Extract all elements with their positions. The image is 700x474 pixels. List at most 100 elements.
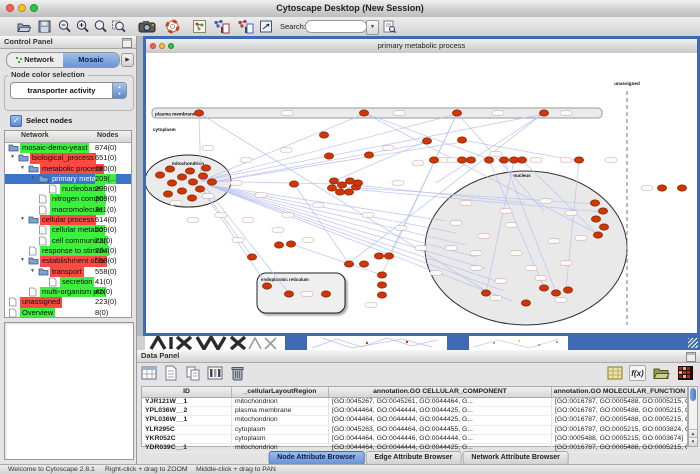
graph-node[interactable] xyxy=(384,253,393,259)
graph-node[interactable] xyxy=(359,261,368,267)
zoom-button[interactable] xyxy=(30,4,38,12)
graph-node[interactable] xyxy=(377,282,386,288)
tree-row[interactable]: nitrogen compo209(0) xyxy=(5,194,131,204)
tree-header[interactable]: Network Nodes xyxy=(5,131,131,143)
vizmapper-icon[interactable] xyxy=(259,19,274,34)
help-icon[interactable] xyxy=(165,19,180,34)
network-graph[interactable]: plasma membranecytoplasmmitochondrionnuc… xyxy=(146,53,697,333)
column-header[interactable]: ID xyxy=(142,387,232,397)
search-input[interactable] xyxy=(305,20,367,33)
graph-node[interactable] xyxy=(591,216,600,222)
tree-row[interactable]: macromolecule311(0) xyxy=(5,205,131,215)
scroll-down-arrow[interactable]: ▼ xyxy=(689,437,697,446)
table-row[interactable]: YLR295Ccytoplasm[GO:0045263, GO:0044464,… xyxy=(142,426,687,435)
open-attributes-icon[interactable] xyxy=(653,365,670,381)
save-icon[interactable] xyxy=(37,19,52,34)
graph-node[interactable] xyxy=(335,189,344,195)
float-panel-icon[interactable] xyxy=(686,352,696,362)
heatmap-icon[interactable] xyxy=(677,365,694,381)
graph-node[interactable] xyxy=(481,290,490,296)
graph-node[interactable] xyxy=(657,185,666,191)
graph-node[interactable] xyxy=(274,242,283,248)
tree-row[interactable]: ▼cellular process614(0) xyxy=(5,215,131,225)
graph-node[interactable] xyxy=(321,291,330,297)
tab-node-attribute-browser[interactable]: Node Attribute Browser xyxy=(268,451,364,465)
graph-node[interactable] xyxy=(185,168,194,174)
tree-row[interactable]: ▼biological_process651(0) xyxy=(5,153,131,163)
attribute-editor-icon[interactable] xyxy=(207,365,224,381)
search-dropdown-arrow[interactable]: ▼ xyxy=(366,20,379,35)
graph-node[interactable] xyxy=(466,157,475,163)
graph-node[interactable] xyxy=(374,253,383,259)
delete-attribute-icon[interactable] xyxy=(229,365,246,381)
graph-node[interactable] xyxy=(319,132,328,138)
frame-titlebar[interactable]: primary metabolic process xyxy=(146,39,697,54)
snapshot-icon[interactable] xyxy=(138,19,157,34)
graph-node[interactable] xyxy=(327,185,336,191)
graph-node[interactable] xyxy=(262,283,271,289)
tree-row[interactable]: mosaic-demo-yeast874(0) xyxy=(5,143,131,153)
import-table-icon[interactable] xyxy=(607,365,624,381)
network-overview-icon[interactable] xyxy=(192,19,207,34)
expander-icon[interactable]: ▼ xyxy=(20,216,25,222)
background-frame-border[interactable] xyxy=(447,336,469,350)
close-button[interactable] xyxy=(6,4,14,12)
tree-row[interactable]: response to stimulu264(0) xyxy=(5,246,131,256)
graph-node[interactable] xyxy=(593,232,602,238)
float-panel-icon[interactable] xyxy=(122,38,132,48)
scrollbar-thumb[interactable] xyxy=(690,388,696,401)
graph-node[interactable] xyxy=(207,179,216,185)
graph-node[interactable] xyxy=(165,166,174,172)
graph-node[interactable] xyxy=(484,157,493,163)
background-frame-edge[interactable] xyxy=(469,336,568,350)
tree-row[interactable]: cellular metabo209(0) xyxy=(5,225,131,235)
tree-row[interactable]: ▼metabolic process280(0) xyxy=(5,164,131,174)
graph-node[interactable] xyxy=(499,157,508,163)
graph-node[interactable] xyxy=(457,157,466,163)
graph-node[interactable] xyxy=(677,185,686,191)
network-view-frame[interactable]: primary metabolic process plasma membran… xyxy=(143,36,700,336)
graph-node[interactable] xyxy=(344,189,353,195)
select-nodes-checkbox[interactable]: ✓ xyxy=(10,115,22,127)
background-frame-border[interactable] xyxy=(285,336,307,350)
minimize-button[interactable] xyxy=(18,4,26,12)
select-attributes-icon[interactable] xyxy=(141,365,158,381)
graph-node[interactable] xyxy=(452,110,461,116)
expander-icon[interactable]: ▼ xyxy=(20,165,25,171)
copy-attribute-icon[interactable] xyxy=(185,365,202,381)
formula-builder-icon[interactable]: f(x) xyxy=(629,365,646,381)
birdseye-view[interactable] xyxy=(4,322,134,460)
tree-row[interactable]: secretion41(0) xyxy=(5,277,131,287)
frame-minimize-button[interactable] xyxy=(159,43,165,49)
expander-icon[interactable]: ▼ xyxy=(20,257,25,263)
graph-node[interactable] xyxy=(198,173,207,179)
expander-icon[interactable]: ▼ xyxy=(10,154,15,160)
graph-node[interactable] xyxy=(364,152,373,158)
graph-node[interactable] xyxy=(247,254,256,260)
tab-network[interactable]: Network xyxy=(7,53,63,67)
column-header[interactable]: annotation.GO MOLECULAR_FUNCTION xyxy=(552,387,687,397)
window-titlebar[interactable]: Cytoscape Desktop (New Session) xyxy=(0,0,700,18)
graph-node[interactable] xyxy=(201,165,210,171)
graph-node[interactable] xyxy=(574,157,583,163)
graph-node[interactable] xyxy=(337,182,346,188)
tree-row[interactable]: multi-organism pro42(0) xyxy=(5,287,131,297)
graph-node[interactable] xyxy=(353,180,362,186)
tree-row[interactable]: nucleobase-209(0) xyxy=(5,184,131,194)
column-header[interactable]: annotation.GO CELLULAR_COMPONENT xyxy=(329,387,552,397)
graph-node[interactable] xyxy=(194,110,203,116)
graph-node[interactable] xyxy=(155,172,164,178)
graph-node[interactable] xyxy=(539,110,548,116)
frame-bottom-border[interactable] xyxy=(568,336,700,350)
graph-node[interactable] xyxy=(195,186,204,192)
graph-node[interactable] xyxy=(188,179,197,185)
tree-row[interactable]: ▼establishment of lo558(0) xyxy=(5,256,131,266)
network-canvas[interactable]: plasma membranecytoplasmmitochondrionnuc… xyxy=(146,53,697,333)
export-network-icon[interactable] xyxy=(236,19,254,34)
graph-node[interactable] xyxy=(359,110,368,116)
table-row[interactable]: YKR052Ccytoplasm[GO:0044464, GO:0044446,… xyxy=(142,435,687,444)
graph-node[interactable] xyxy=(187,195,196,201)
table-scrollbar[interactable]: ▲ ▼ xyxy=(688,386,698,447)
tree-row[interactable]: ▼transport558(0) xyxy=(5,267,131,277)
tab-edge-attribute-browser[interactable]: Edge Attribute Browser xyxy=(365,451,461,465)
